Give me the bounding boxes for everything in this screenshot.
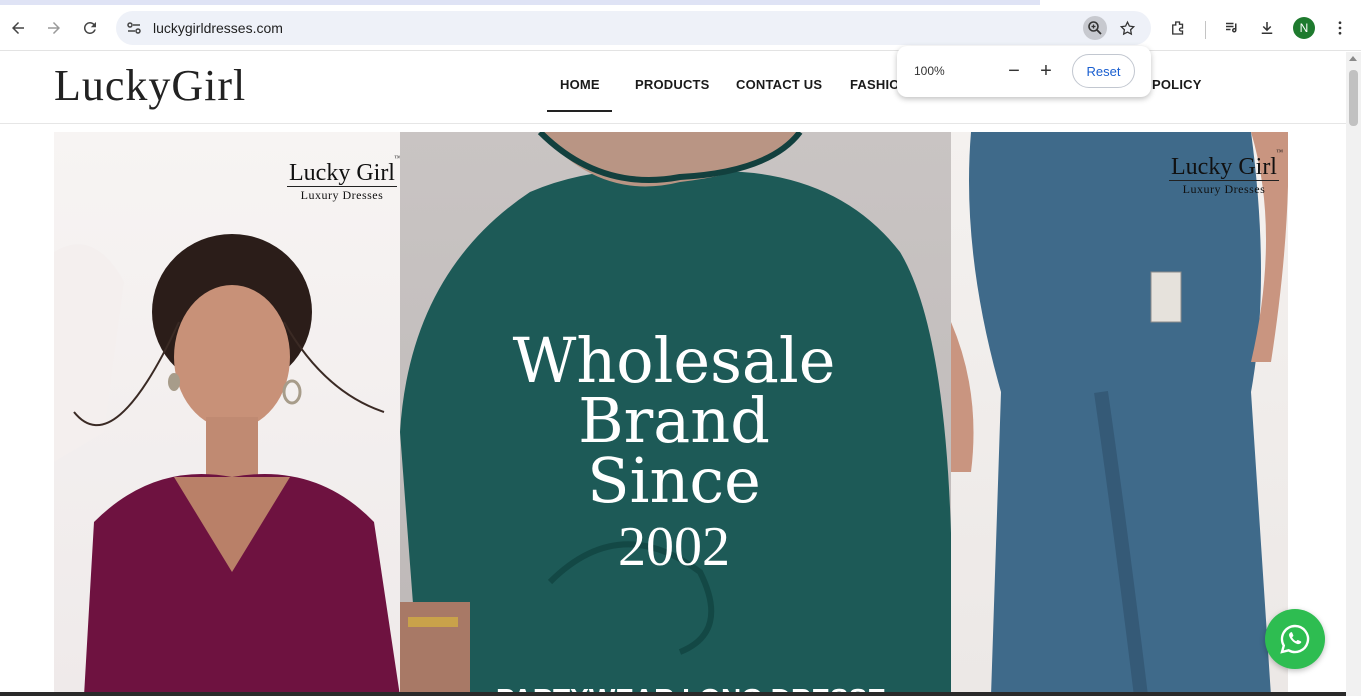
zoom-indicator-button[interactable] [1083, 16, 1107, 40]
trademark-symbol: ™ [1276, 148, 1283, 156]
toolbar-divider [1205, 21, 1206, 39]
model-left-illustration [54, 234, 400, 696]
model-right-illustration [951, 132, 1288, 696]
nav-fashion[interactable]: FASHIO [850, 77, 900, 92]
brand-mark-left: Lucky Girl ™ Luxury Dresses [287, 154, 400, 203]
forward-icon [48, 22, 60, 34]
site-logo[interactable]: LuckyGirl [54, 60, 246, 111]
headline-line-2: Brand [578, 384, 770, 457]
reload-icon [83, 21, 96, 34]
nav-active-underline [547, 110, 612, 112]
page-scrollbar[interactable] [1346, 52, 1361, 696]
hero-panel-right: Lucky Girl ™ Luxury Dresses [951, 132, 1288, 696]
zoom-in-button[interactable]: + [1034, 59, 1058, 83]
taskbar-edge [0, 692, 1346, 696]
whatsapp-icon [1280, 624, 1310, 654]
browser-menu-button[interactable] [1325, 13, 1355, 43]
headline-line-3: Since [587, 444, 761, 517]
headline-line-1: Wholesale [512, 324, 836, 397]
zoom-reset-button[interactable]: Reset [1072, 54, 1135, 88]
minus-icon: − [1008, 59, 1020, 82]
nav-products[interactable]: PRODUCTS [635, 77, 710, 92]
back-icon [12, 22, 24, 34]
url-text[interactable]: luckygirldresses.com [153, 20, 283, 36]
star-icon [1119, 20, 1135, 35]
extensions-icon [1172, 21, 1184, 35]
site-info-icon [127, 22, 141, 34]
nav-contact-us[interactable]: CONTACT US [736, 77, 822, 92]
browser-toolbar: luckygirldresses.com N [0, 5, 1361, 51]
zoom-popup: 100% − + Reset [897, 46, 1151, 97]
zoom-percentage: 100% [914, 64, 945, 78]
brand-mark-name: Lucky Girl [1169, 154, 1279, 181]
downloads-button[interactable] [1252, 13, 1282, 43]
bookmark-button[interactable] [1115, 16, 1139, 40]
zoom-icon [1088, 21, 1102, 35]
nav-home[interactable]: HOME [560, 77, 600, 92]
brand-mark-right: Lucky Girl ™ Luxury Dresses [1169, 148, 1283, 197]
scroll-up-arrow[interactable] [1349, 56, 1357, 61]
brand-mark-subtitle: Luxury Dresses [300, 188, 384, 202]
profile-avatar[interactable]: N [1293, 17, 1315, 39]
hero-banner[interactable]: Lucky Girl ™ Luxury Dresses Lucky Girl ™… [54, 132, 1288, 696]
brand-mark-name: Lucky Girl [287, 160, 397, 187]
back-button[interactable] [3, 13, 33, 43]
reading-list-button[interactable] [1217, 13, 1247, 43]
site-info-button[interactable] [122, 16, 146, 40]
hero-headline: Wholesale Brand Since 2002 [504, 330, 844, 582]
whatsapp-chat-button[interactable] [1265, 609, 1325, 669]
headline-line-4: 2002 [618, 516, 730, 578]
hero-panel-left: Lucky Girl ™ Luxury Dresses [54, 132, 400, 696]
extensions-button[interactable] [1163, 13, 1193, 43]
reload-button[interactable] [75, 13, 105, 43]
forward-button[interactable] [39, 13, 69, 43]
zoom-out-button[interactable]: − [1002, 59, 1026, 83]
address-bar[interactable]: luckygirldresses.com [116, 11, 1151, 45]
download-icon [1261, 22, 1273, 34]
nav-policy[interactable]: POLICY [1152, 77, 1202, 92]
plus-icon: + [1040, 59, 1052, 82]
brand-mark-subtitle: Luxury Dresses [1182, 182, 1266, 196]
kebab-menu-icon [1338, 21, 1342, 35]
scrollbar-thumb[interactable] [1349, 70, 1358, 126]
reading-list-icon [1226, 22, 1237, 33]
